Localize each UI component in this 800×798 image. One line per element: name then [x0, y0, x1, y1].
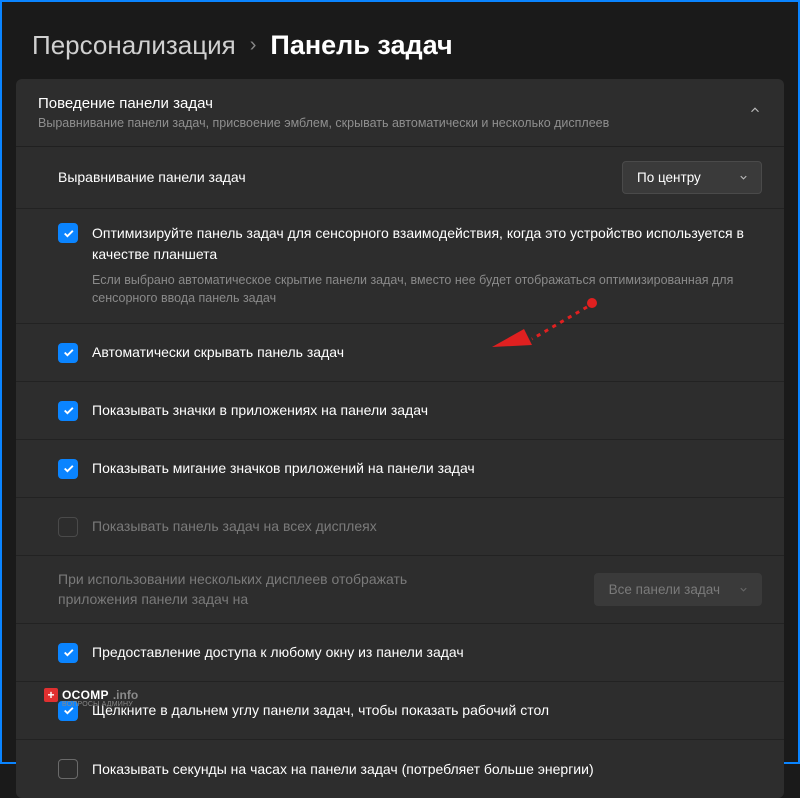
show-flashing-label: Показывать мигание значков приложений на…: [92, 459, 762, 479]
breadcrumb-parent[interactable]: Персонализация: [32, 30, 236, 61]
multidisplay-label: При использовании нескольких дисплеев от…: [58, 570, 478, 609]
multidisplay-row: При использовании нескольких дисплеев от…: [16, 556, 784, 624]
panel-title: Поведение панели задач: [38, 95, 748, 112]
watermark-name: OCOMP: [62, 688, 109, 702]
chevron-down-icon: [738, 584, 749, 595]
chevron-down-icon: [738, 172, 749, 183]
show-seconds-label: Показывать секунды на часах на панели за…: [92, 760, 762, 780]
breadcrumb-current: Панель задач: [270, 30, 452, 61]
panel-subtitle: Выравнивание панели задач, присвоение эм…: [38, 116, 748, 130]
panel-header[interactable]: Поведение панели задач Выравнивание пане…: [16, 79, 784, 147]
multidisplay-value: Все панели задач: [609, 582, 720, 597]
show-all-displays-label: Показывать панель задач на всех дисплеях: [92, 517, 762, 537]
show-seconds-row: Показывать секунды на часах на панели за…: [16, 740, 784, 798]
auto-hide-checkbox[interactable]: [58, 343, 78, 363]
chevron-up-icon: [748, 103, 762, 122]
watermark-suffix: .info: [113, 688, 138, 702]
optimize-touch-checkbox[interactable]: [58, 223, 78, 243]
breadcrumb-separator-icon: ›: [250, 34, 257, 57]
alignment-value: По центру: [637, 170, 701, 185]
access-window-label: Предоставление доступа к любому окну из …: [92, 643, 762, 663]
breadcrumb: Персонализация › Панель задач: [2, 2, 798, 79]
auto-hide-row: Автоматически скрывать панель задач: [16, 324, 784, 382]
watermark-plus-icon: +: [44, 688, 58, 702]
alignment-select[interactable]: По центру: [622, 161, 762, 194]
watermark-sub: ВОПРОСЫ АДМИНУ: [62, 701, 133, 708]
show-badges-row: Показывать значки в приложениях на панел…: [16, 382, 784, 440]
show-flashing-checkbox[interactable]: [58, 459, 78, 479]
optimize-touch-label: Оптимизируйте панель задач для сенсорног…: [92, 223, 762, 265]
multidisplay-select: Все панели задач: [594, 573, 762, 606]
access-window-row: Предоставление доступа к любому окну из …: [16, 624, 784, 682]
alignment-row: Выравнивание панели задач По центру: [16, 147, 784, 209]
optimize-touch-row: Оптимизируйте панель задач для сенсорног…: [16, 209, 784, 324]
alignment-label: Выравнивание панели задач: [58, 168, 608, 188]
show-all-displays-checkbox: [58, 517, 78, 537]
access-window-checkbox[interactable]: [58, 643, 78, 663]
optimize-touch-desc: Если выбрано автоматическое скрытие пане…: [92, 271, 762, 307]
show-seconds-checkbox[interactable]: [58, 759, 78, 779]
show-badges-label: Показывать значки в приложениях на панел…: [92, 401, 762, 421]
show-all-displays-row: Показывать панель задач на всех дисплеях: [16, 498, 784, 556]
corner-desktop-label: Щелкните в дальнем углу панели задач, чт…: [92, 701, 762, 721]
auto-hide-label: Автоматически скрывать панель задач: [92, 343, 762, 363]
watermark: + OCOMP.info ВОПРОСЫ АДМИНУ: [44, 688, 138, 702]
show-badges-checkbox[interactable]: [58, 401, 78, 421]
show-flashing-row: Показывать мигание значков приложений на…: [16, 440, 784, 498]
